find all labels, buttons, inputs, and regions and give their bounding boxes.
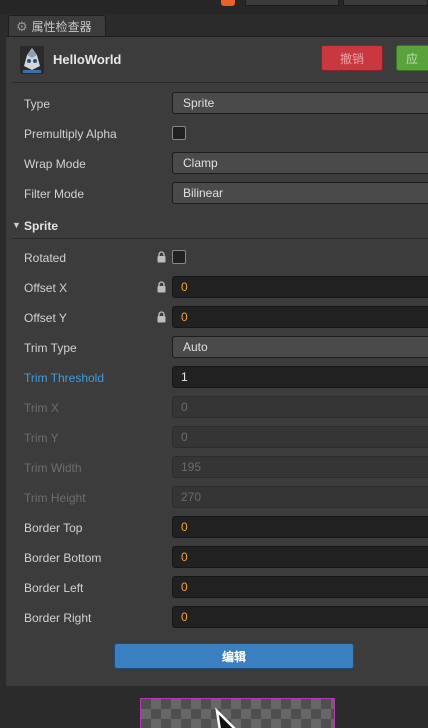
field-offset-x: Offset X 0 — [24, 276, 428, 300]
field-trim-type: Trim Type Auto — [24, 336, 428, 360]
field-label: Border Right — [24, 611, 92, 625]
lock-icon — [157, 281, 166, 293]
trim-type-select[interactable]: Auto — [172, 336, 428, 358]
trim-y-input: 0 — [172, 426, 428, 448]
field-trim-width: Trim Width 195 — [24, 456, 428, 480]
field-wrap-mode: Wrap Mode Clamp — [24, 152, 428, 176]
field-label: Offset Y — [24, 311, 67, 325]
trim-threshold-input[interactable]: 1 — [172, 366, 428, 388]
sprite-preview — [140, 698, 335, 728]
tab-inspector[interactable]: ⚙ 属性检查器 — [8, 15, 106, 37]
field-label: Trim Height — [24, 491, 86, 505]
toolbar-button[interactable] — [245, 0, 339, 6]
divider — [12, 82, 428, 83]
lock-icon — [157, 251, 166, 263]
toolbar-button[interactable] — [343, 0, 428, 6]
field-label: Trim X — [24, 401, 59, 415]
offset-y-input[interactable]: 0 — [172, 306, 428, 328]
toolbar-orange-button[interactable] — [221, 0, 235, 6]
rotated-checkbox[interactable] — [172, 250, 186, 264]
border-right-input[interactable]: 0 — [172, 606, 428, 628]
field-premultiply-alpha: Premultiply Alpha — [24, 122, 428, 146]
field-trim-x: Trim X 0 — [24, 396, 428, 420]
trim-width-input: 195 — [172, 456, 428, 478]
border-left-input[interactable]: 0 — [172, 576, 428, 598]
field-label: Border Left — [24, 581, 84, 595]
collapse-arrow-icon: ▼ — [12, 220, 21, 230]
field-label: Rotated — [24, 251, 67, 265]
field-label: Border Top — [24, 521, 83, 535]
field-label: Filter Mode — [24, 187, 85, 201]
section-title: Sprite — [24, 219, 59, 233]
field-trim-threshold: Trim Threshold 1 — [24, 366, 428, 390]
wrap-mode-select[interactable]: Clamp — [172, 152, 428, 174]
field-label: Trim Type — [24, 341, 77, 355]
lock-icon — [157, 311, 166, 323]
edit-button[interactable]: 编辑 — [114, 643, 354, 669]
premultiply-alpha-checkbox[interactable] — [172, 126, 186, 140]
field-label: Offset X — [24, 281, 68, 295]
cursor-arrow-icon — [215, 707, 236, 728]
field-rotated: Rotated — [24, 246, 428, 270]
sprite-section-header[interactable]: ▼ Sprite — [12, 216, 428, 238]
field-border-top: Border Top 0 — [24, 516, 428, 540]
border-top-input[interactable]: 0 — [172, 516, 428, 538]
field-offset-y: Offset Y 0 — [24, 306, 428, 330]
revert-button[interactable]: 撤销 — [321, 45, 383, 71]
node-name: HelloWorld — [53, 52, 122, 67]
field-trim-height: Trim Height 270 — [24, 486, 428, 510]
filter-mode-select[interactable]: Bilinear — [172, 182, 428, 204]
field-label: Trim Width — [24, 461, 82, 475]
tab-title: 属性检查器 — [31, 20, 92, 34]
field-label: Premultiply Alpha — [24, 127, 117, 141]
top-toolbar — [0, 0, 428, 14]
field-label: Trim Y — [24, 431, 59, 445]
field-label: Trim Threshold — [24, 371, 105, 385]
gear-icon: ⚙ — [16, 19, 28, 34]
field-filter-mode: Filter Mode Bilinear — [24, 182, 428, 206]
offset-x-input[interactable]: 0 — [172, 276, 428, 298]
border-bottom-input[interactable]: 0 — [172, 546, 428, 568]
field-trim-y: Trim Y 0 — [24, 426, 428, 450]
field-type: Type Sprite — [24, 92, 428, 116]
node-logo-icon — [20, 46, 44, 74]
field-label: Wrap Mode — [24, 157, 86, 171]
field-label: Border Bottom — [24, 551, 102, 565]
field-label: Type — [24, 97, 51, 111]
field-border-bottom: Border Bottom 0 — [24, 546, 428, 570]
trim-x-input: 0 — [172, 396, 428, 418]
field-border-right: Border Right 0 — [24, 606, 428, 630]
type-select[interactable]: Sprite — [172, 92, 428, 114]
trim-height-input: 270 — [172, 486, 428, 508]
apply-button[interactable]: 应 — [396, 45, 428, 71]
field-border-left: Border Left 0 — [24, 576, 428, 600]
divider — [12, 238, 428, 239]
